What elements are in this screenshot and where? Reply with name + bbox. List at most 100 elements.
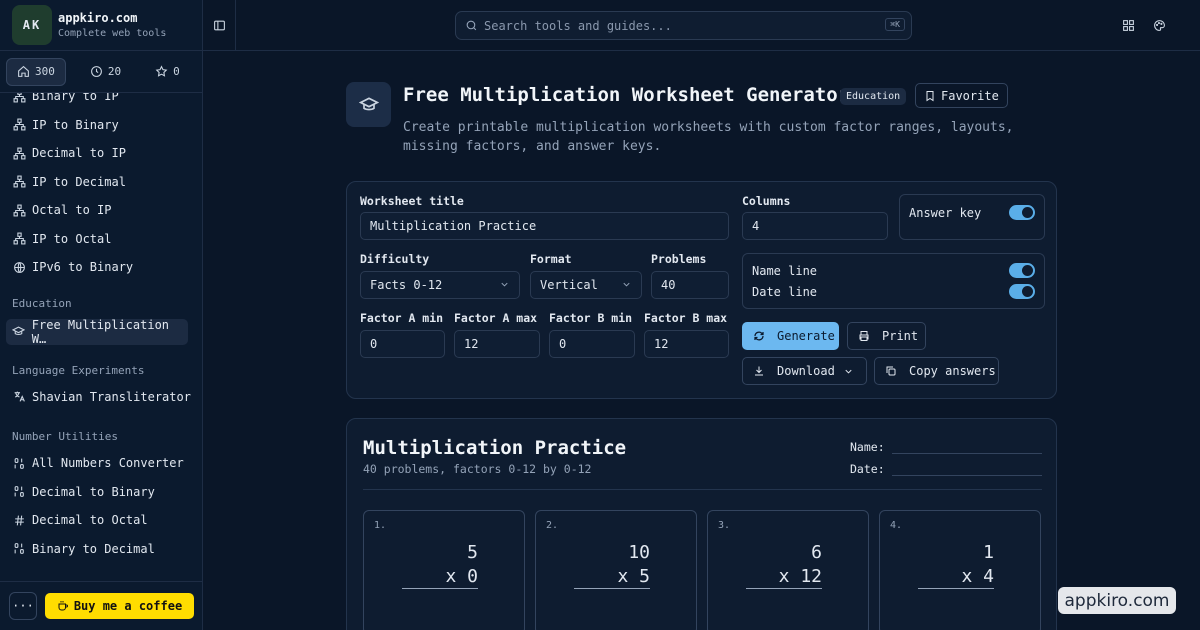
- favorite-button[interactable]: Favorite: [915, 83, 1008, 108]
- nav-label: Decimal to Binary: [32, 484, 155, 499]
- tab-all-count: 300: [35, 65, 55, 78]
- network-icon: [12, 232, 26, 246]
- nav-label: Decimal to IP: [32, 146, 126, 161]
- printer-icon: [859, 331, 869, 341]
- nav-decimal-to-binary[interactable]: Decimal to Binary: [0, 478, 202, 507]
- network-icon: [12, 146, 26, 160]
- name-line-text: Name:: [850, 440, 885, 454]
- name-line-toggle[interactable]: [1009, 263, 1035, 278]
- worksheet-title-label: Worksheet title: [360, 194, 464, 208]
- sidebar-toggle-button[interactable]: [203, 0, 236, 51]
- factor-b-min-label: Factor B min: [549, 311, 633, 325]
- columns-label: Columns: [742, 194, 791, 208]
- nav-label: Binary to Decimal: [32, 541, 155, 556]
- grid-icon[interactable]: [1122, 17, 1135, 36]
- buy-coffee-button[interactable]: Buy me a coffee: [45, 593, 194, 619]
- favorite-label: Favorite: [941, 88, 999, 103]
- nav-octal-to-ip[interactable]: Octal to IP: [0, 196, 202, 225]
- nav-heading-education: Education: [12, 296, 72, 310]
- tab-favorites-count: 0: [173, 65, 180, 78]
- nav-multiplication-worksheet[interactable]: Free Multiplication W…: [6, 318, 188, 346]
- problem-factor-a: 10: [628, 542, 650, 563]
- nav-binary-to-decimal[interactable]: Binary to Decimal: [0, 535, 202, 564]
- download-label: Download: [777, 364, 835, 378]
- problem-number: 4.: [890, 520, 903, 531]
- factor-a-min-input[interactable]: 0: [360, 330, 445, 358]
- nav-ip-to-octal[interactable]: IP to Octal: [0, 225, 202, 254]
- nav-decimal-to-octal[interactable]: Decimal to Octal: [0, 506, 202, 535]
- problem-card: 4. 1 x 4: [879, 510, 1041, 630]
- factor-b-min-input[interactable]: 0: [549, 330, 635, 358]
- factor-b-max-input[interactable]: 12: [644, 330, 729, 358]
- date-line-text: Date:: [850, 462, 885, 476]
- binary-icon: [12, 456, 26, 470]
- brand[interactable]: AK appkiro.com Complete web tools: [0, 0, 202, 51]
- tab-favorites[interactable]: 0: [145, 58, 190, 86]
- home-icon: [18, 65, 29, 77]
- difficulty-select[interactable]: Facts 0-12: [360, 271, 520, 299]
- factor-a-max-label: Factor A max: [454, 311, 538, 325]
- palette-icon[interactable]: [1153, 17, 1166, 36]
- worksheet-date-line: Date:: [850, 462, 1042, 476]
- tab-recent[interactable]: 20: [80, 58, 131, 86]
- copy-answers-button[interactable]: Copy answers: [874, 357, 999, 385]
- chevron-down-icon: [501, 282, 508, 287]
- nav-ip-to-binary[interactable]: IP to Binary: [0, 111, 202, 140]
- hash-icon: [12, 513, 26, 527]
- sidebar-panel-icon: [213, 20, 225, 31]
- more-menu-button[interactable]: ···: [9, 592, 37, 620]
- date-line-toggle[interactable]: [1009, 284, 1035, 299]
- graduation-cap-icon: [12, 325, 26, 339]
- brand-avatar: AK: [12, 5, 52, 45]
- nav-decimal-to-ip[interactable]: Decimal to IP: [0, 139, 202, 168]
- answer-line: [574, 588, 650, 589]
- sidebar: AK appkiro.com Complete web tools 300 20…: [0, 0, 203, 630]
- worksheet-preview: Multiplication Practice 40 problems, fac…: [346, 418, 1057, 630]
- answer-line: [746, 588, 822, 589]
- nav-label: IP to Octal: [32, 231, 112, 246]
- binary-icon: [12, 485, 26, 499]
- difficulty-value: Facts 0-12: [370, 278, 443, 292]
- sidebar-tabs: 300 20 0: [0, 51, 202, 93]
- answer-line: [918, 588, 994, 589]
- tab-all-tools[interactable]: 300: [6, 57, 66, 86]
- page-title: Free Multiplication Worksheet Generator: [403, 84, 850, 106]
- site-watermark: appkiro.com: [1058, 587, 1176, 614]
- nav-binary-to-ip[interactable]: Binary to IP: [0, 93, 202, 111]
- network-icon: [12, 175, 26, 189]
- star-icon: [155, 65, 168, 77]
- print-button[interactable]: Print: [847, 322, 926, 350]
- problem-factor-b: x 12: [778, 566, 822, 587]
- nav-label: Binary to IP: [32, 93, 119, 104]
- columns-input[interactable]: 4: [742, 212, 888, 240]
- network-icon: [12, 118, 26, 132]
- format-select[interactable]: Vertical: [530, 271, 642, 299]
- top-bar: ⌘K: [203, 0, 1200, 51]
- download-button[interactable]: Download: [742, 357, 867, 385]
- nav-shavian-transliterator[interactable]: Shavian Transliterator: [0, 383, 202, 412]
- problem-factor-a: 6: [811, 542, 822, 563]
- problem-factor-a: 1: [983, 542, 994, 563]
- factor-a-min-label: Factor A min: [360, 311, 444, 325]
- answer-key-group: Answer key: [899, 194, 1045, 240]
- problem-number: 3.: [718, 520, 731, 531]
- search-bar[interactable]: ⌘K: [455, 11, 912, 40]
- chevron-down-icon: [623, 282, 630, 287]
- factor-a-max-input[interactable]: 12: [454, 330, 540, 358]
- problem-number: 1.: [374, 520, 387, 531]
- globe-icon: [12, 260, 26, 274]
- search-input[interactable]: [484, 18, 864, 33]
- generate-button[interactable]: Generate: [742, 322, 839, 350]
- coffee-cup-icon: [58, 601, 68, 611]
- answer-key-toggle[interactable]: [1009, 205, 1035, 220]
- nav-all-numbers-converter[interactable]: All Numbers Converter: [0, 449, 202, 478]
- nav-ipv6-to-binary[interactable]: IPv6 to Binary: [0, 253, 202, 282]
- nav-label: Decimal to Octal: [32, 513, 148, 528]
- nav-label: All Numbers Converter: [32, 456, 184, 471]
- nav-ip-to-decimal[interactable]: IP to Decimal: [0, 168, 202, 197]
- worksheet-name-line: Name:: [850, 440, 1042, 454]
- line-options-group: Name line Date line: [742, 253, 1045, 309]
- worksheet-title-input[interactable]: Multiplication Practice: [360, 212, 729, 240]
- problems-input[interactable]: 40: [651, 271, 729, 299]
- category-badge[interactable]: Education: [840, 88, 907, 105]
